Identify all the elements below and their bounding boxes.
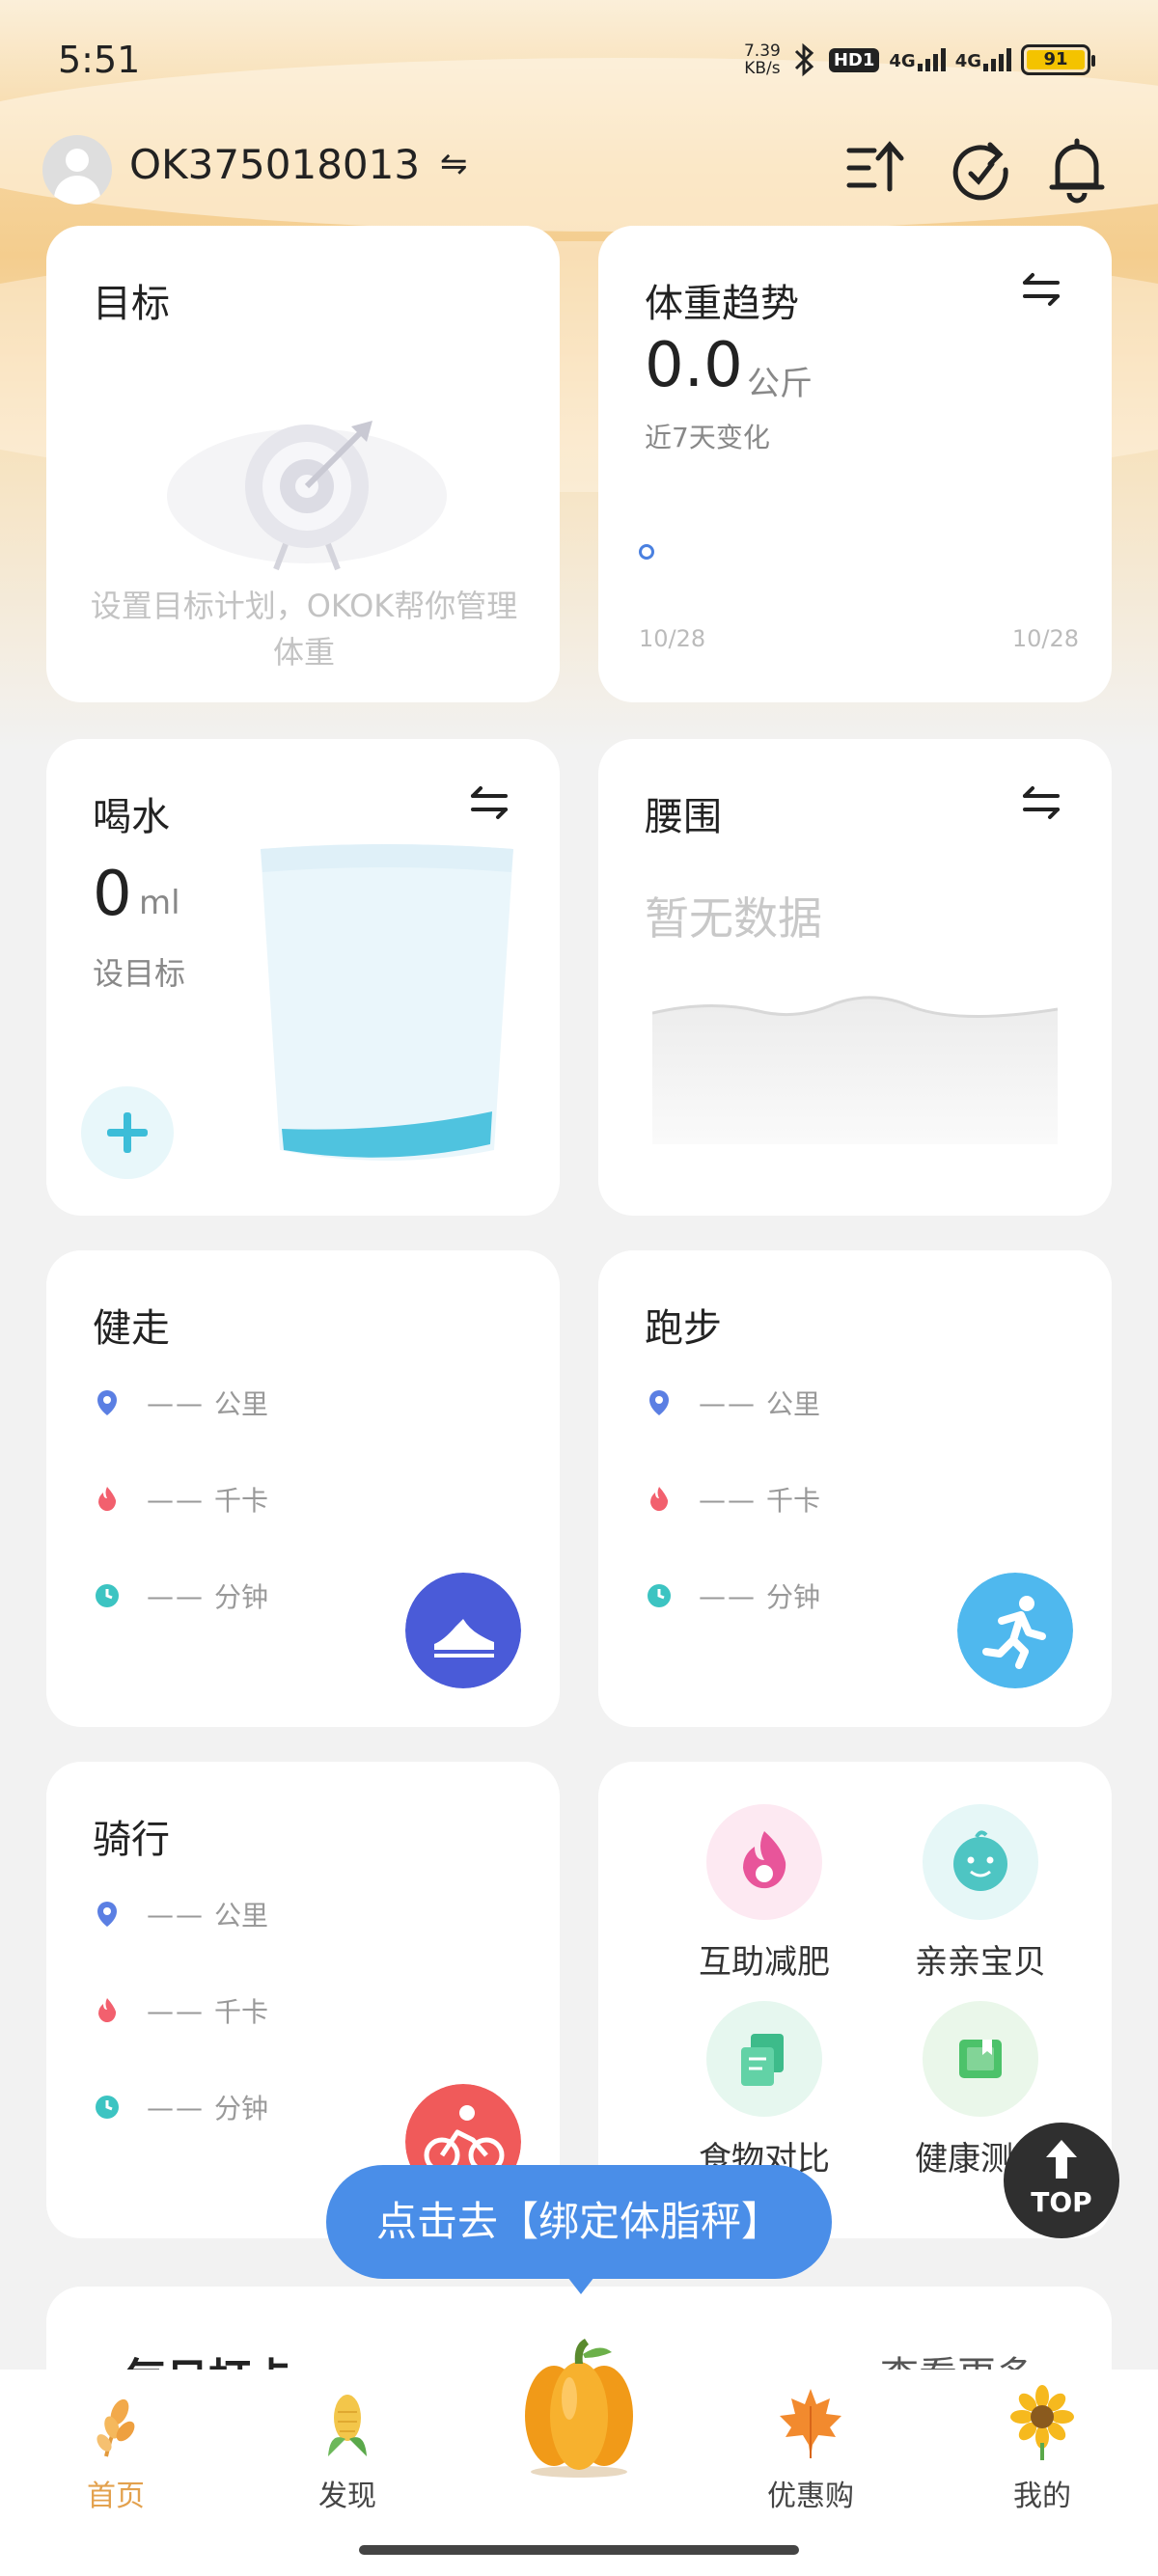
tab-deals[interactable]: 优惠购 (733, 2370, 888, 2524)
water-goal-link[interactable]: 设目标 (93, 949, 185, 994)
swap-icon[interactable] (467, 783, 511, 822)
bind-scale-prompt[interactable]: 点击去【绑定体脂秤】 (326, 2165, 832, 2294)
weight-title: 体重趋势 (645, 282, 799, 326)
add-water-button[interactable] (81, 1086, 174, 1179)
run-title: 跑步 (645, 1306, 722, 1351)
battery-icon: 91 (1021, 44, 1095, 75)
corn-icon (328, 2395, 367, 2456)
bluetooth-icon (794, 42, 814, 77)
run-time-row: —— 分钟 (645, 1576, 820, 1615)
weight-trend-card[interactable]: 体重趋势 0.0 公斤 近7天变化 10/28 10/28 (598, 226, 1112, 702)
sort-icon[interactable] (840, 131, 917, 208)
waist-title: 腰围 (645, 795, 722, 839)
ride-time-row: —— 分钟 (93, 2088, 268, 2126)
waist-empty-text: 暂无数据 (645, 892, 822, 945)
clock-icon (648, 1584, 671, 1607)
walk-calorie-row: —— 千卡 (93, 1480, 268, 1519)
tab-home[interactable]: 首页 (39, 2370, 193, 2524)
swap-icon[interactable] (1019, 783, 1063, 822)
bell-icon[interactable] (1038, 131, 1116, 208)
walk-card[interactable]: 健走 —— 公里 —— 千卡 —— 分钟 (46, 1250, 560, 1727)
flame-icon (706, 1804, 822, 1920)
walk-distance-row: —— 公里 (93, 1384, 268, 1422)
location-pin-icon (649, 1390, 669, 1415)
status-bar: 5:51 7.39 KB/s HD1 4G 4G 91 (0, 0, 1158, 131)
waist-card[interactable]: 腰围 暂无数据 (598, 739, 1112, 1216)
target-hint: 设置目标计划，OKOK帮你管理体重 (90, 588, 518, 671)
pumpkin-icon[interactable] (511, 2335, 647, 2480)
start-walk-button[interactable] (405, 1573, 521, 1688)
scroll-top-button[interactable]: TOP (1004, 2123, 1119, 2238)
wheat-icon (96, 2398, 135, 2457)
home-indicator[interactable] (359, 2545, 799, 2555)
water-value: 0 (93, 859, 132, 930)
weight-end-date: 10/28 (1011, 625, 1079, 652)
run-card[interactable]: 跑步 —— 公里 —— 千卡 —— 分钟 (598, 1250, 1112, 1727)
status-time: 5:51 (58, 39, 141, 81)
swap-icon[interactable] (1019, 270, 1063, 309)
flame-icon (650, 1487, 669, 1512)
signal-icon: 4G (889, 48, 946, 71)
target-illustration (167, 421, 447, 571)
net-speed: 7.39 KB/s (743, 41, 781, 78)
walk-time-row: —— 分钟 (93, 1576, 268, 1615)
username[interactable]: OK375018013 (129, 141, 420, 188)
avatar[interactable] (42, 135, 112, 205)
weight-unit: 公斤 (747, 365, 813, 403)
food-compare-icon (706, 2001, 822, 2117)
feature-mutual-weight-loss[interactable]: 互助减肥 (677, 1804, 851, 1983)
start-run-button[interactable] (957, 1573, 1073, 1688)
tab-mine[interactable]: 我的 (965, 2370, 1119, 2524)
health-book-icon (923, 2001, 1038, 2117)
sunflower-icon (1010, 2385, 1074, 2460)
flame-icon (98, 1487, 117, 1512)
clock-icon (96, 2096, 119, 2119)
switch-user-icon[interactable]: ⇋ (440, 145, 468, 183)
run-distance-row: —— 公里 (645, 1384, 820, 1422)
feature-food-compare[interactable]: 食物对比 (677, 2001, 851, 2179)
maple-leaf-icon (780, 2389, 841, 2458)
weight-data-point (639, 544, 654, 560)
clock-icon (96, 1584, 119, 1607)
refresh-icon[interactable] (942, 131, 1019, 208)
ride-calorie-row: —— 千卡 (93, 1991, 268, 2030)
baby-face-icon (923, 1804, 1038, 1920)
weight-value: 0.0 (645, 330, 743, 401)
feature-baby[interactable]: 亲亲宝贝 (894, 1804, 1067, 1983)
header: OK375018013 ⇋ (0, 131, 1158, 228)
location-pin-icon (97, 1390, 117, 1415)
run-calorie-row: —— 千卡 (645, 1480, 820, 1519)
weight-subtitle: 近7天变化 (645, 422, 770, 453)
weight-start-date: 10/28 (639, 625, 706, 652)
hd-badge: HD1 (828, 47, 880, 72)
location-pin-icon (97, 1902, 117, 1927)
waist-placeholder-chart (652, 996, 1058, 1144)
ride-distance-row: —— 公里 (93, 1895, 268, 1933)
walk-title: 健走 (93, 1306, 170, 1351)
water-card[interactable]: 喝水 0 ml 设目标 (46, 739, 560, 1216)
water-cup-illustration (261, 844, 513, 1161)
target-title: 目标 (93, 282, 170, 326)
flame-icon (98, 1998, 117, 2023)
arrow-up-icon (1046, 2140, 1077, 2179)
tab-discover[interactable]: 发现 (270, 2370, 425, 2524)
water-unit: ml (139, 884, 180, 922)
target-card[interactable]: 目标 设置目标计划，OKOK帮你管理体重 (46, 226, 560, 702)
ride-title: 骑行 (93, 1818, 170, 1862)
signal-icon-2: 4G (955, 48, 1011, 71)
water-title: 喝水 (93, 795, 170, 839)
